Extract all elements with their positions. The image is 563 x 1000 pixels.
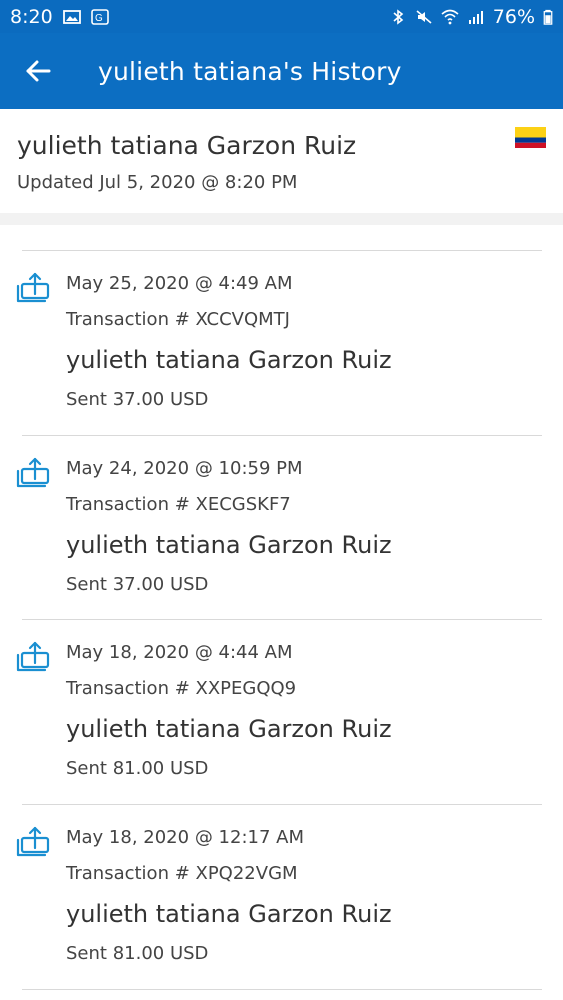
transaction-item[interactable]: May 18, 2020 @ 12:17 AM Transaction # XP… — [0, 805, 563, 989]
transaction-id: Transaction # XCCVQMTJ — [66, 309, 290, 330]
transaction-id: Transaction # XPQ22VGM — [66, 863, 298, 884]
transaction-amount: Sent 81.00 USD — [66, 943, 209, 964]
send-money-icon — [16, 457, 50, 488]
transaction-amount: Sent 37.00 USD — [66, 389, 209, 410]
profile-name: yulieth tatiana Garzon Ruiz — [17, 131, 357, 160]
signal-icon — [468, 10, 483, 24]
colombia-flag-icon — [515, 127, 546, 148]
status-time: 8:20 — [10, 5, 53, 28]
recipient-name: yulieth tatiana Garzon Ruiz — [66, 531, 392, 559]
transaction-date: May 18, 2020 @ 12:17 AM — [66, 827, 304, 848]
profile-header: yulieth tatiana Garzon Ruiz Updated Jul … — [0, 109, 563, 213]
transaction-id: Transaction # XXPEGQQ9 — [66, 678, 297, 699]
transaction-date: May 18, 2020 @ 4:44 AM — [66, 642, 293, 663]
mute-icon — [416, 9, 432, 24]
recipient-name: yulieth tatiana Garzon Ruiz — [66, 346, 392, 374]
transaction-date: May 24, 2020 @ 10:59 PM — [66, 458, 303, 479]
gallery-icon — [62, 9, 81, 24]
translate-icon: G — [90, 8, 109, 25]
arrow-left-icon — [26, 60, 51, 82]
wifi-icon — [441, 9, 459, 24]
section-separator — [0, 213, 563, 225]
transaction-date: May 25, 2020 @ 4:49 AM — [66, 273, 293, 294]
send-money-icon — [16, 641, 50, 672]
transaction-amount: Sent 81.00 USD — [66, 758, 209, 779]
recipient-name: yulieth tatiana Garzon Ruiz — [66, 900, 392, 928]
send-money-icon — [16, 272, 50, 303]
status-bar: 8:20 G 76% — [0, 0, 563, 33]
battery-icon — [543, 9, 553, 25]
transaction-id: Transaction # XECGSKF7 — [66, 494, 291, 515]
transaction-item[interactable]: May 18, 2020 @ 4:44 AM Transaction # XXP… — [0, 620, 563, 804]
svg-text:G: G — [95, 13, 103, 24]
transaction-item[interactable]: May 24, 2020 @ 10:59 PM Transaction # XE… — [0, 436, 563, 620]
updated-timestamp: Updated Jul 5, 2020 @ 8:20 PM — [17, 172, 298, 193]
recipient-name: yulieth tatiana Garzon Ruiz — [66, 715, 392, 743]
back-button[interactable] — [0, 33, 78, 109]
send-money-icon — [16, 826, 50, 857]
transaction-item[interactable]: May 25, 2020 @ 4:49 AM Transaction # XCC… — [0, 251, 563, 435]
divider — [22, 989, 542, 990]
page-title: yulieth tatiana's History — [98, 56, 402, 86]
bluetooth-icon — [393, 8, 404, 25]
battery-percent: 76% — [492, 5, 535, 28]
app-bar: yulieth tatiana's History — [0, 33, 563, 109]
transaction-amount: Sent 37.00 USD — [66, 574, 209, 595]
